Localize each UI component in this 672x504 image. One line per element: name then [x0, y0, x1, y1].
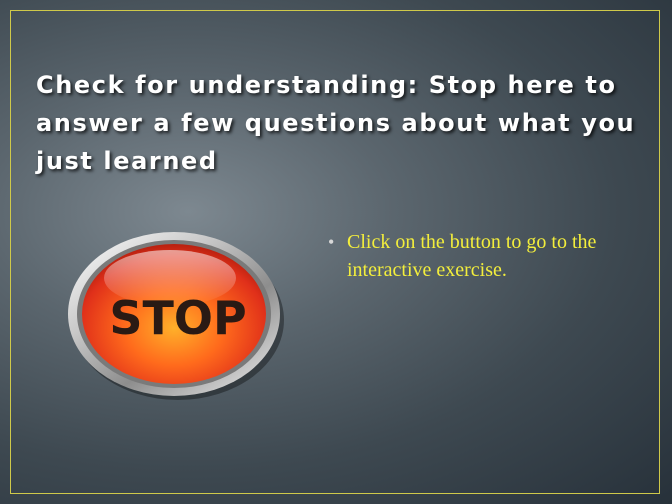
bullet-text: Click on the button to go to the interac…	[347, 231, 597, 281]
stop-button-label: STOP	[109, 291, 246, 345]
slide-title: Check for understanding: Stop here to an…	[36, 71, 636, 175]
bullet-dot: •	[328, 232, 335, 252]
bullet-list: • Click on the button to go to the inter…	[328, 228, 628, 284]
bullet-item: • Click on the button to go to the inter…	[328, 228, 628, 284]
stop-button[interactable]: STOP	[66, 226, 286, 402]
stop-sign-icon: STOP	[68, 232, 284, 400]
slide: Check for understanding: Stop here to an…	[0, 0, 672, 504]
